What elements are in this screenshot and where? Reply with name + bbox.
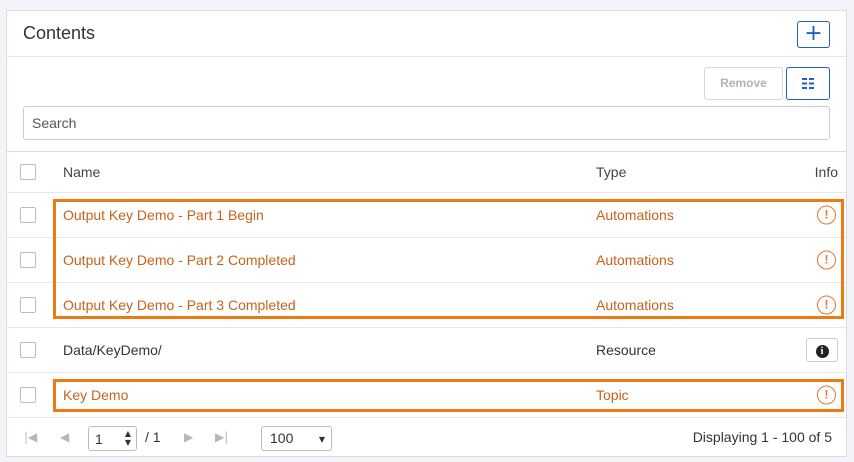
search-input[interactable] (23, 106, 830, 140)
row-info[interactable]: ! (817, 205, 838, 225)
spinner-arrows-icon[interactable]: ▲ ▼ (125, 429, 131, 447)
warning-circle-icon[interactable]: ! (817, 295, 836, 315)
page-size-value: 100 (270, 430, 294, 446)
table-row[interactable]: Data/KeyDemo/ Resource i (7, 328, 846, 373)
column-header-type[interactable]: Type (596, 164, 626, 180)
warning-circle-icon[interactable]: ! (817, 385, 836, 405)
row-checkbox[interactable] (20, 387, 36, 403)
column-header-name[interactable]: Name (63, 164, 100, 180)
row-checkbox[interactable] (20, 297, 36, 313)
columns-button[interactable] (786, 67, 830, 100)
table-row[interactable]: Output Key Demo - Part 2 Completed Autom… (7, 238, 846, 283)
list-columns-icon (802, 78, 814, 89)
panel-header: Contents + (7, 11, 846, 57)
select-all-checkbox[interactable] (20, 164, 36, 180)
row-type: Automations (596, 207, 674, 223)
chevron-down-icon: ▼ (318, 435, 325, 444)
contents-table: Name Type Info Output Key Demo - Part 1 … (7, 151, 846, 418)
warning-circle-icon[interactable]: ! (817, 205, 836, 225)
contents-panel: Contents + Remove Name Type Info Output … (6, 10, 847, 457)
add-button[interactable]: + (797, 21, 830, 48)
info-button[interactable]: i (806, 338, 838, 362)
row-name[interactable]: Data/KeyDemo/ (63, 342, 162, 358)
info-icon: i (815, 344, 829, 358)
table-row[interactable]: Key Demo Topic ! (7, 373, 846, 418)
panel-title: Contents (23, 23, 96, 43)
remove-button[interactable]: Remove (704, 67, 783, 100)
column-header-info: Info (814, 164, 838, 180)
table-row[interactable]: Output Key Demo - Part 1 Begin Automatio… (7, 193, 846, 238)
row-type: Automations (596, 252, 674, 268)
row-name[interactable]: Output Key Demo - Part 1 Begin (63, 207, 264, 223)
page-total: / 1 (145, 429, 161, 445)
page-number-input[interactable]: 1 ▲ ▼ (88, 426, 137, 451)
row-checkbox[interactable] (20, 252, 36, 268)
row-name[interactable]: Output Key Demo - Part 3 Completed (63, 297, 296, 313)
row-info[interactable]: ! (817, 385, 838, 405)
row-info[interactable]: ! (817, 250, 838, 270)
row-type: Resource (596, 342, 656, 358)
page-size-select[interactable]: 100 ▼ (261, 426, 332, 451)
row-info[interactable]: i (806, 338, 838, 362)
row-checkbox[interactable] (20, 342, 36, 358)
table-header-row: Name Type Info (7, 152, 846, 193)
display-count: Displaying 1 - 100 of 5 (692, 429, 832, 445)
first-page-icon[interactable]: |◀ (24, 430, 37, 444)
row-name[interactable]: Output Key Demo - Part 2 Completed (63, 252, 296, 268)
row-info[interactable]: ! (817, 295, 838, 315)
pagination-bar: |◀ ◀ 1 ▲ ▼ / 1 ▶ ▶| 100 ▼ Displaying 1 - … (7, 419, 846, 457)
row-type: Automations (596, 297, 674, 313)
row-name[interactable]: Key Demo (63, 387, 128, 403)
row-type: Topic (596, 387, 629, 403)
row-checkbox[interactable] (20, 207, 36, 223)
warning-circle-icon[interactable]: ! (817, 250, 836, 270)
table-row[interactable]: Output Key Demo - Part 3 Completed Autom… (7, 283, 846, 328)
last-page-icon[interactable]: ▶| (215, 430, 228, 444)
next-page-icon[interactable]: ▶ (184, 430, 193, 444)
toolbar: Remove (7, 57, 846, 152)
page-number-value: 1 (95, 431, 103, 447)
prev-page-icon[interactable]: ◀ (60, 430, 69, 444)
